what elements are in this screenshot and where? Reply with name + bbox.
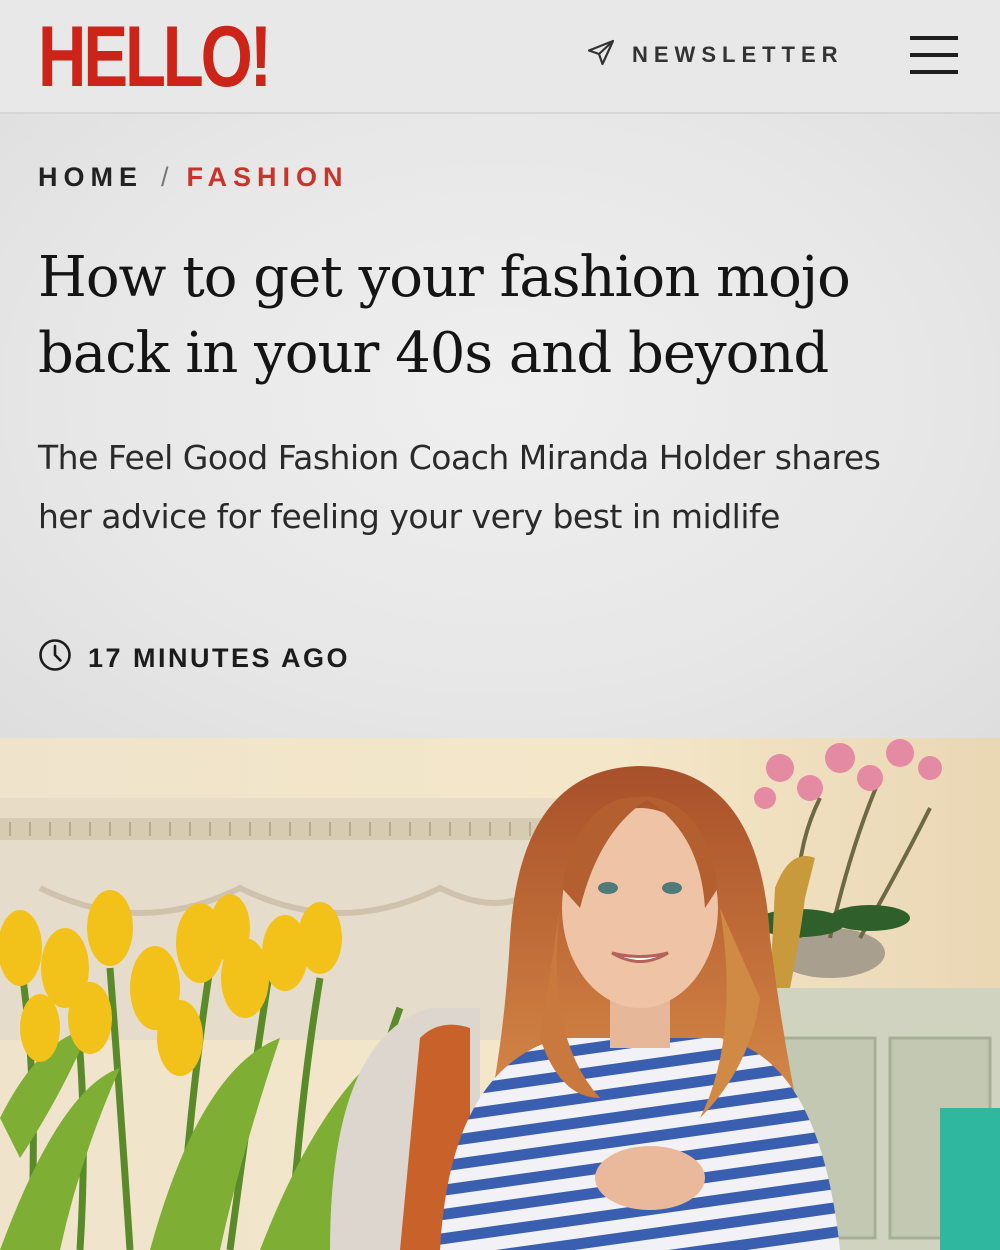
site-header: HELLO! NEWSLETTER: [0, 0, 1000, 114]
hamburger-menu-button[interactable]: [910, 36, 958, 76]
article-subtitle: The Feel Good Fashion Coach Miranda Hold…: [38, 438, 881, 536]
hello-logo[interactable]: HELLO!: [38, 14, 272, 100]
newsletter-button[interactable]: NEWSLETTER: [586, 38, 844, 72]
breadcrumb-home-link[interactable]: HOME: [38, 162, 143, 193]
hero-image[interactable]: [0, 738, 1000, 1250]
clock-icon: [38, 638, 72, 679]
breadcrumb-separator: /: [161, 162, 169, 192]
breadcrumb: HOME / FASHION: [38, 162, 349, 193]
send-icon: [586, 38, 616, 73]
article-timestamp: 17 MINUTES AGO: [38, 638, 350, 679]
timestamp-text: 17 MINUTES AGO: [88, 643, 351, 673]
article-title: How to get your fashion mojo back in you…: [38, 245, 851, 386]
hamburger-menu-icon: [910, 36, 958, 40]
newsletter-label: NEWSLETTER: [632, 42, 844, 67]
breadcrumb-fashion-link[interactable]: FASHION: [187, 162, 349, 193]
